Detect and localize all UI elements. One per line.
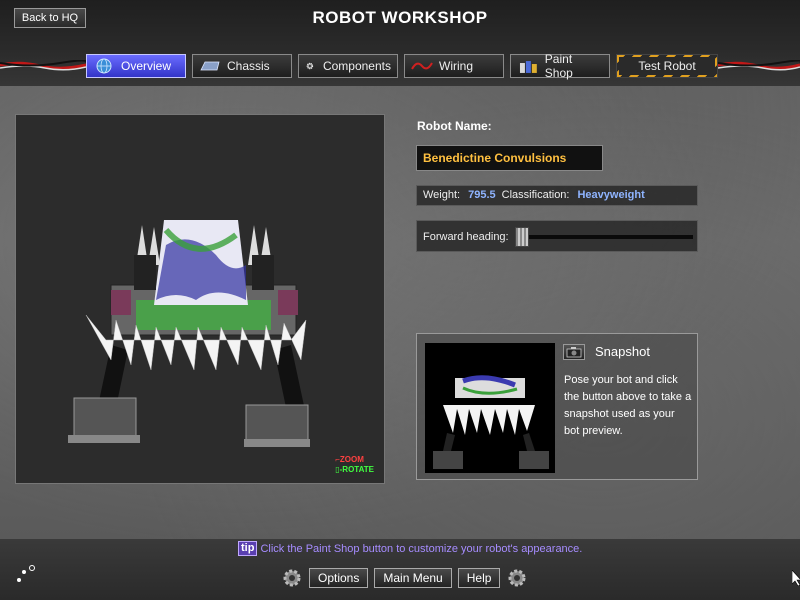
- weight-classification-bar: Weight: 795.5 Classification: Heavyweight: [416, 185, 698, 206]
- weight-value: 795.5: [468, 189, 496, 201]
- tab-overview[interactable]: Overview: [86, 54, 186, 78]
- forward-heading-label: Forward heading:: [423, 231, 509, 243]
- options-button[interactable]: Options: [309, 568, 369, 588]
- snapshot-instructions: Pose your bot and click the button above…: [564, 374, 692, 437]
- loading-dots-icon: [17, 565, 35, 582]
- tab-paint-shop[interactable]: Paint Shop: [510, 52, 610, 80]
- tab-bar: Overview Chassis Components Wiring Paint…: [86, 52, 724, 80]
- bottom-button-group: Options Main Menu Help: [278, 566, 531, 590]
- globe-icon: [96, 58, 112, 74]
- mouse-cursor-icon: [792, 570, 800, 586]
- tab-paint-shop-label: Paint Shop: [544, 52, 573, 80]
- tip-text: Click the Paint Shop button to customize…: [260, 542, 583, 555]
- classification-value: Heavyweight: [577, 189, 645, 201]
- tab-test-robot[interactable]: Test Robot: [616, 54, 718, 78]
- snapshot-title: Snapshot: [595, 344, 650, 359]
- gear-icon: [283, 569, 301, 587]
- snapshot-preview: [425, 343, 555, 473]
- tip-badge: tip: [238, 541, 258, 556]
- wire-icon: [411, 62, 433, 70]
- paint-icon: [519, 61, 537, 73]
- weight-label: Weight:: [423, 189, 461, 201]
- zoom-label: ZOOM: [339, 455, 364, 464]
- gear-icon: [508, 569, 526, 587]
- page-title: ROBOT WORKSHOP: [312, 8, 488, 27]
- mouse-controls-hint: ⌐ZOOM ▯-ROTATE: [335, 455, 374, 474]
- tab-components-label: Components: [322, 59, 391, 73]
- main-menu-button[interactable]: Main Menu: [374, 568, 452, 588]
- tab-wiring-label: Wiring: [439, 59, 474, 73]
- tip-line: tip Click the Paint Shop button to custo…: [238, 541, 582, 556]
- robot-name-input[interactable]: Benedictine Convulsions: [416, 145, 603, 171]
- wire-decoration-right: [718, 60, 800, 71]
- snapshot-robot-image: [433, 375, 549, 469]
- tab-wiring[interactable]: Wiring: [404, 54, 504, 78]
- snapshot-panel: Snapshot Pose your bot and click the but…: [416, 333, 698, 480]
- camera-icon: [566, 347, 582, 358]
- robot-3d-viewport[interactable]: ⌐ZOOM ▯-ROTATE: [15, 114, 385, 484]
- rotate-label: ROTATE: [342, 465, 374, 474]
- snapshot-camera-button[interactable]: [563, 344, 585, 360]
- forward-heading-bar: Forward heading:: [416, 220, 698, 252]
- tab-chassis[interactable]: Chassis: [192, 54, 292, 78]
- tab-test-robot-label: Test Robot: [619, 57, 715, 75]
- wire-decoration-left: [0, 60, 86, 71]
- robot-model-image: [68, 220, 310, 447]
- tab-chassis-label: Chassis: [227, 59, 270, 73]
- help-button[interactable]: Help: [457, 568, 501, 588]
- forward-heading-slider-thumb[interactable]: [515, 227, 529, 247]
- chassis-icon: [200, 61, 220, 71]
- tab-overview-label: Overview: [121, 59, 172, 73]
- tab-components[interactable]: Components: [298, 54, 398, 78]
- classification-label: Classification:: [501, 189, 570, 201]
- forward-heading-slider-track[interactable]: [529, 235, 693, 239]
- robot-name-label: Robot Name:: [417, 119, 492, 133]
- gear-icon: [306, 62, 314, 70]
